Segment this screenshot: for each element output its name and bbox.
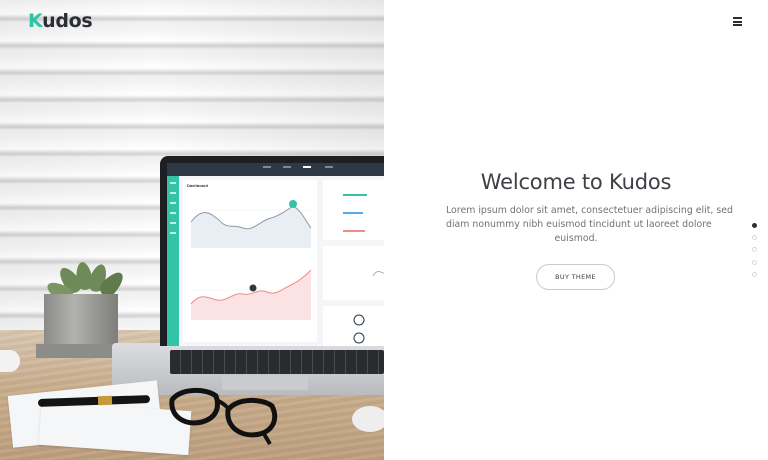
dashboard-topbar: [167, 163, 384, 176]
computer-mouse: [352, 406, 384, 432]
dashboard-stat-card: [323, 246, 384, 300]
laptop-keyboard: [170, 350, 384, 374]
dashboard-main-card: Dashboard: [183, 180, 317, 342]
gauges: [353, 314, 365, 344]
buy-theme-button[interactable]: BUY THEME: [536, 264, 615, 290]
dashboard-gauge-card: [323, 306, 384, 346]
laptop-screen: Dashboard: [160, 156, 384, 346]
dashboard-charts: [190, 200, 312, 320]
hero-content: Welcome to Kudos Lorem ipsum dolor sit a…: [384, 0, 768, 460]
dashboard-right-column: [323, 180, 384, 346]
eyeglasses: [169, 388, 278, 446]
logo-accent-letter: K: [28, 10, 43, 32]
dashboard-sidebar: [167, 176, 179, 346]
traffic-chart: [190, 269, 312, 320]
plant-pot-base: [36, 344, 124, 358]
coffee-cup: [0, 350, 20, 372]
slider-dot[interactable]: [752, 247, 757, 253]
hero-description-line: Lorem ipsum dolor sit amet, consectetuer…: [446, 205, 733, 216]
slider-dot[interactable]: [752, 223, 757, 228]
hero-photo: Dashboard Kudos: [0, 0, 384, 460]
brand-logo[interactable]: Kudos: [28, 10, 93, 32]
slider-dot[interactable]: [752, 271, 757, 277]
progress-bars: [343, 194, 367, 232]
pen-clip: [97, 395, 113, 406]
hero-heading: Welcome to Kudos: [480, 170, 672, 194]
hero-description-line: euismod.: [554, 233, 598, 244]
online-chart: [190, 200, 312, 248]
slider-dot[interactable]: [752, 235, 757, 241]
dashboard-mockup: Dashboard: [167, 163, 384, 346]
slider-pagination: [752, 223, 758, 284]
hero-description-line: diam nonummy nibh euismod tincidunt ut l…: [446, 219, 712, 230]
slider-dot[interactable]: [752, 259, 757, 265]
sparkline: [372, 271, 384, 277]
logo-text: udos: [42, 10, 93, 32]
dashboard-progress-card: [323, 180, 384, 240]
